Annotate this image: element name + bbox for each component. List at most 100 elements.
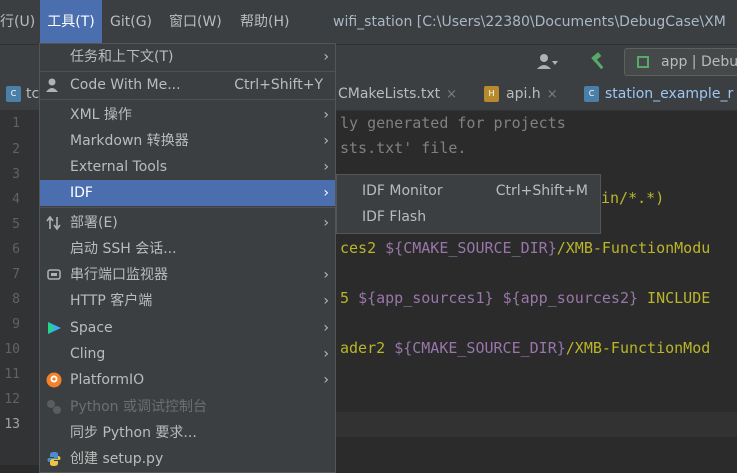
code-line-4: in/*.*) <box>601 189 664 207</box>
tab-label: tc <box>26 86 40 102</box>
menu-item-idf[interactable]: IDF › <box>40 180 335 206</box>
menu-item-space[interactable]: Space › <box>40 315 335 341</box>
menu-separator <box>40 207 335 208</box>
menu-item-cling[interactable]: Cling › <box>40 341 335 367</box>
line-number: 9 <box>12 317 20 332</box>
tab-station-example[interactable]: station_example_r <box>605 78 733 110</box>
menu-item-platformio[interactable]: PlatformIO › <box>40 367 335 393</box>
code-line-2: sts.txt' file. <box>340 139 467 157</box>
run-configuration-selector[interactable]: app | Debu <box>624 48 737 76</box>
code-token: 5 <box>340 289 359 307</box>
run-config-label: app | Debu <box>661 54 737 70</box>
git-menu[interactable]: Git(G) <box>110 0 152 44</box>
submenu-arrow-icon: › <box>323 215 329 231</box>
menu-item-label: 串行端口监视器 <box>70 267 168 283</box>
code-line-10: ader2 ${CMAKE_SOURCE_DIR}/XMB-FunctionMo… <box>340 339 710 357</box>
line-number: 10 <box>4 342 20 357</box>
tab-close-icon[interactable]: × <box>547 87 558 102</box>
serial-port-icon <box>46 267 62 283</box>
code-token: /XMB-FunctionModu <box>556 239 711 257</box>
line-number: 8 <box>12 292 20 307</box>
deployment-arrows-icon <box>46 215 62 231</box>
menu-item-label: IDF <box>70 185 93 201</box>
code-token: ${CMAKE_SOURCE_DIR} <box>394 339 566 357</box>
line-number: 1 <box>12 116 20 131</box>
submenu-arrow-icon: › <box>323 107 329 123</box>
line-number: 5 <box>12 217 20 232</box>
menu-item-label: Cling <box>70 346 106 362</box>
help-menu[interactable]: 帮助(H) <box>240 0 289 44</box>
submenu-item-idf-flash[interactable]: IDF Flash <box>337 204 600 230</box>
line-number: 11 <box>4 367 20 382</box>
menu-item-label: Python 或调试控制台 <box>70 399 207 415</box>
space-logo-icon <box>46 320 62 336</box>
menu-item-label: XML 操作 <box>70 107 132 123</box>
line-number: 13 <box>4 417 20 432</box>
python-console-icon <box>46 399 62 415</box>
code-token: ader2 <box>340 339 395 357</box>
submenu-arrow-icon: › <box>323 320 329 336</box>
menu-item-label: 同步 Python 要求... <box>70 425 197 441</box>
menu-item-deployment[interactable]: 部署(E) › <box>40 210 335 236</box>
header-file-icon: H <box>484 86 499 102</box>
user-dropdown-icon[interactable] <box>537 52 559 72</box>
tab-close-icon[interactable]: × <box>446 87 457 102</box>
tools-menu[interactable]: 工具(T) <box>40 0 102 44</box>
cmake-file-icon: C <box>6 86 21 102</box>
line-number-gutter: 1 2 3 4 5 6 7 8 9 10 11 12 13 <box>0 111 40 465</box>
menu-item-label: HTTP 客户端 <box>70 293 153 309</box>
menu-item-python-debug-console: Python 或调试控制台 <box>40 394 335 420</box>
menu-item-tasks-contexts[interactable]: 任务和上下文(T) › <box>40 44 335 70</box>
submenu-arrow-icon: › <box>323 159 329 175</box>
code-token: INCLUDE <box>638 289 711 307</box>
code-with-me-icon <box>46 77 62 93</box>
build-hammer-icon[interactable] <box>589 51 609 76</box>
code-line-1: ly generated for projects <box>340 114 566 132</box>
tab-cmakelists[interactable]: CMakeLists.txt × <box>338 78 457 110</box>
code-token: ) <box>655 189 665 207</box>
menu-item-label: PlatformIO <box>70 372 145 388</box>
line-number: 4 <box>12 192 20 207</box>
menu-item-code-with-me[interactable]: Code With Me... Ctrl+Shift+Y <box>40 72 335 98</box>
menu-item-create-setup-py[interactable]: 创建 setup.py <box>40 446 335 472</box>
submenu-arrow-icon: › <box>323 185 329 201</box>
menu-item-sync-python-requirements[interactable]: 同步 Python 要求... <box>40 420 335 446</box>
submenu-item-idf-monitor[interactable]: IDF Monitor Ctrl+Shift+M <box>337 178 600 204</box>
menu-item-label: 任务和上下文(T) <box>70 49 174 65</box>
menu-item-label: Code With Me... <box>70 77 181 93</box>
platformio-logo-icon <box>46 372 62 388</box>
menu-item-label: 创建 setup.py <box>70 451 164 467</box>
code-line-6: ces2 ${CMAKE_SOURCE_DIR}/XMB-FunctionMod… <box>340 239 710 257</box>
line-number: 12 <box>4 392 20 407</box>
menu-item-label: External Tools <box>70 159 168 175</box>
c-file-icon: C <box>584 86 599 102</box>
menu-item-http-client[interactable]: HTTP 客户端 › <box>40 288 335 314</box>
line-number: 3 <box>12 167 20 182</box>
submenu-arrow-icon: › <box>323 133 329 149</box>
idf-submenu: IDF Monitor Ctrl+Shift+M IDF Flash <box>336 174 601 234</box>
code-token: ces2 <box>340 239 386 257</box>
code-token: ${CMAKE_SOURCE_DIR} <box>385 239 557 257</box>
menu-item-label: 部署(E) <box>70 215 118 231</box>
submenu-arrow-icon: › <box>323 267 329 283</box>
tab-label: CMakeLists.txt <box>338 86 441 102</box>
menu-item-label: IDF Flash <box>362 209 427 225</box>
tab-api-h[interactable]: api.h × <box>506 78 558 110</box>
run-menu[interactable]: 行(U) <box>0 0 38 44</box>
menu-item-serial-port-monitor[interactable]: 串行端口监视器 › <box>40 262 335 288</box>
window-menu[interactable]: 窗口(W) <box>169 0 222 44</box>
code-line-8: 5 ${app_sources1} ${app_sources2} INCLUD… <box>340 289 710 307</box>
tab-label: api.h <box>506 86 541 102</box>
menu-item-external-tools[interactable]: External Tools › <box>40 154 335 180</box>
code-token: ${app_sources2} <box>502 289 639 307</box>
menu-item-label: Space <box>70 320 113 336</box>
tab-tc[interactable]: tc <box>26 78 39 110</box>
line-number: 2 <box>12 142 20 157</box>
submenu-arrow-icon: › <box>323 346 329 362</box>
menu-item-xml-actions[interactable]: XML 操作 › <box>40 102 335 128</box>
menu-item-start-ssh-session[interactable]: 启动 SSH 会话... <box>40 236 335 262</box>
menu-separator <box>40 99 335 100</box>
menu-item-markdown-converter[interactable]: Markdown 转换器 › <box>40 128 335 154</box>
menu-item-label: IDF Monitor <box>362 183 443 199</box>
